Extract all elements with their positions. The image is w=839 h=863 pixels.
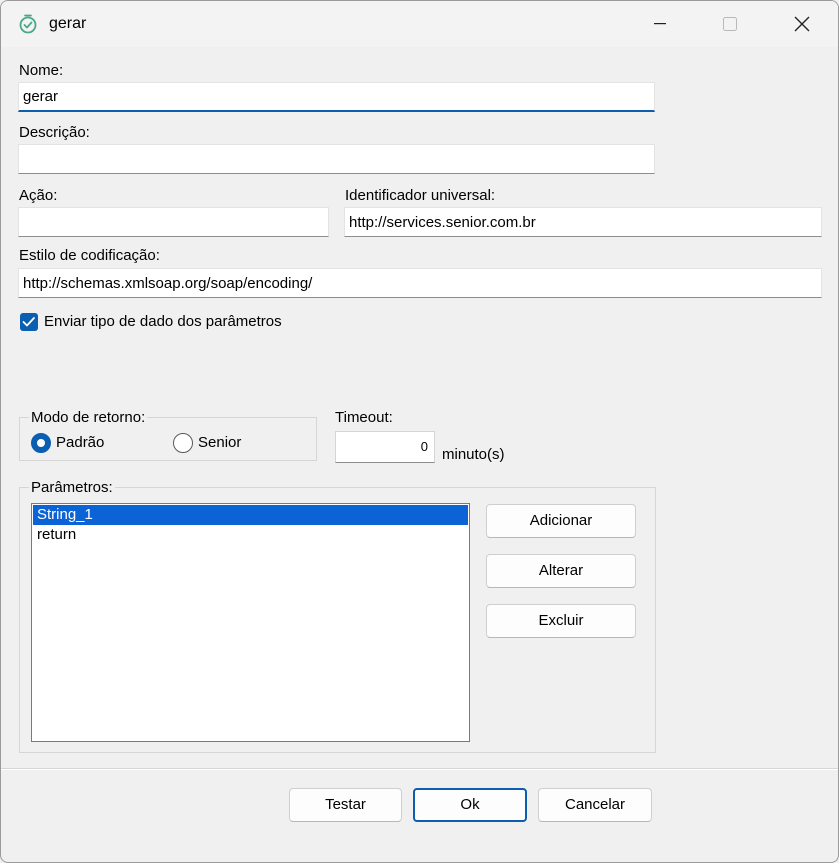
identificador-label: Identificador universal:: [345, 187, 496, 204]
close-button[interactable]: [767, 1, 837, 47]
radio-senior-label[interactable]: Senior: [198, 434, 241, 451]
timeout-unit: minuto(s): [442, 446, 505, 463]
radio-senior[interactable]: [173, 433, 193, 453]
timeout-input[interactable]: 0: [335, 431, 435, 463]
ok-button[interactable]: Ok: [413, 788, 527, 822]
minimize-button[interactable]: [625, 1, 695, 47]
radio-padrao-label[interactable]: Padrão: [56, 434, 104, 451]
radio-padrao[interactable]: [31, 433, 51, 453]
nome-input[interactable]: [18, 82, 655, 112]
estilo-input[interactable]: [18, 268, 822, 298]
test-button[interactable]: Testar: [289, 788, 402, 822]
add-parameter-button[interactable]: Adicionar: [486, 504, 636, 538]
edit-parameter-button[interactable]: Alterar: [486, 554, 636, 588]
timer-check-icon: [17, 13, 39, 35]
parametros-list[interactable]: String_1 return: [31, 503, 470, 742]
list-item[interactable]: String_1: [33, 505, 468, 525]
window-title: gerar: [49, 15, 87, 32]
parametros-legend: Parâmetros:: [29, 479, 115, 496]
title-bar[interactable]: gerar: [1, 1, 838, 47]
cancel-button[interactable]: Cancelar: [538, 788, 652, 822]
timeout-label: Timeout:: [335, 409, 393, 426]
descricao-input[interactable]: [18, 144, 655, 174]
delete-parameter-button[interactable]: Excluir: [486, 604, 636, 638]
maximize-icon: [723, 17, 737, 31]
descricao-label: Descrição:: [19, 124, 90, 141]
acao-input[interactable]: [18, 207, 329, 237]
close-icon: [794, 16, 810, 32]
acao-label: Ação:: [19, 187, 58, 204]
dialog-window: gerar Nome: Descrição: Ação: Identificad…: [0, 0, 839, 863]
enviar-tipo-label[interactable]: Enviar tipo de dado dos parâmetros: [44, 313, 282, 330]
modo-retorno-legend: Modo de retorno:: [29, 409, 148, 426]
nome-label: Nome:: [19, 62, 64, 79]
footer-divider-highlight: [1, 769, 838, 770]
identificador-input[interactable]: [344, 207, 822, 237]
enviar-tipo-checkbox[interactable]: [20, 313, 38, 331]
maximize-button[interactable]: [695, 1, 765, 47]
list-item[interactable]: return: [33, 525, 468, 545]
minimize-icon: [654, 23, 666, 25]
estilo-label: Estilo de codificação:: [19, 247, 160, 264]
